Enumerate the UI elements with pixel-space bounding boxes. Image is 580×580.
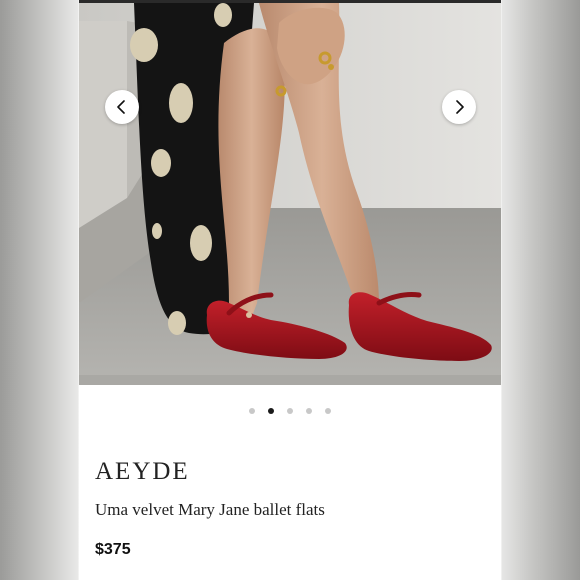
- carousel-dot-2-active[interactable]: [268, 408, 274, 414]
- product-photo-illustration: [79, 3, 501, 385]
- prev-image-button[interactable]: [105, 90, 139, 124]
- carousel-indicators: [79, 408, 501, 414]
- brand-name[interactable]: AEYDE: [95, 458, 190, 486]
- carousel-dot-5[interactable]: [325, 408, 331, 414]
- product-name: Uma velvet Mary Jane ballet flats: [95, 500, 325, 519]
- carousel-dot-1[interactable]: [249, 408, 255, 414]
- product-image[interactable]: [79, 3, 501, 385]
- carousel-dot-4[interactable]: [306, 408, 312, 414]
- next-image-button[interactable]: [442, 90, 476, 124]
- chevron-right-icon: [456, 100, 464, 114]
- product-card: AEYDE Uma velvet Mary Jane ballet flats …: [79, 0, 501, 580]
- carousel-dot-3[interactable]: [287, 408, 293, 414]
- chevron-left-icon: [117, 100, 125, 114]
- product-price: $375: [95, 541, 131, 558]
